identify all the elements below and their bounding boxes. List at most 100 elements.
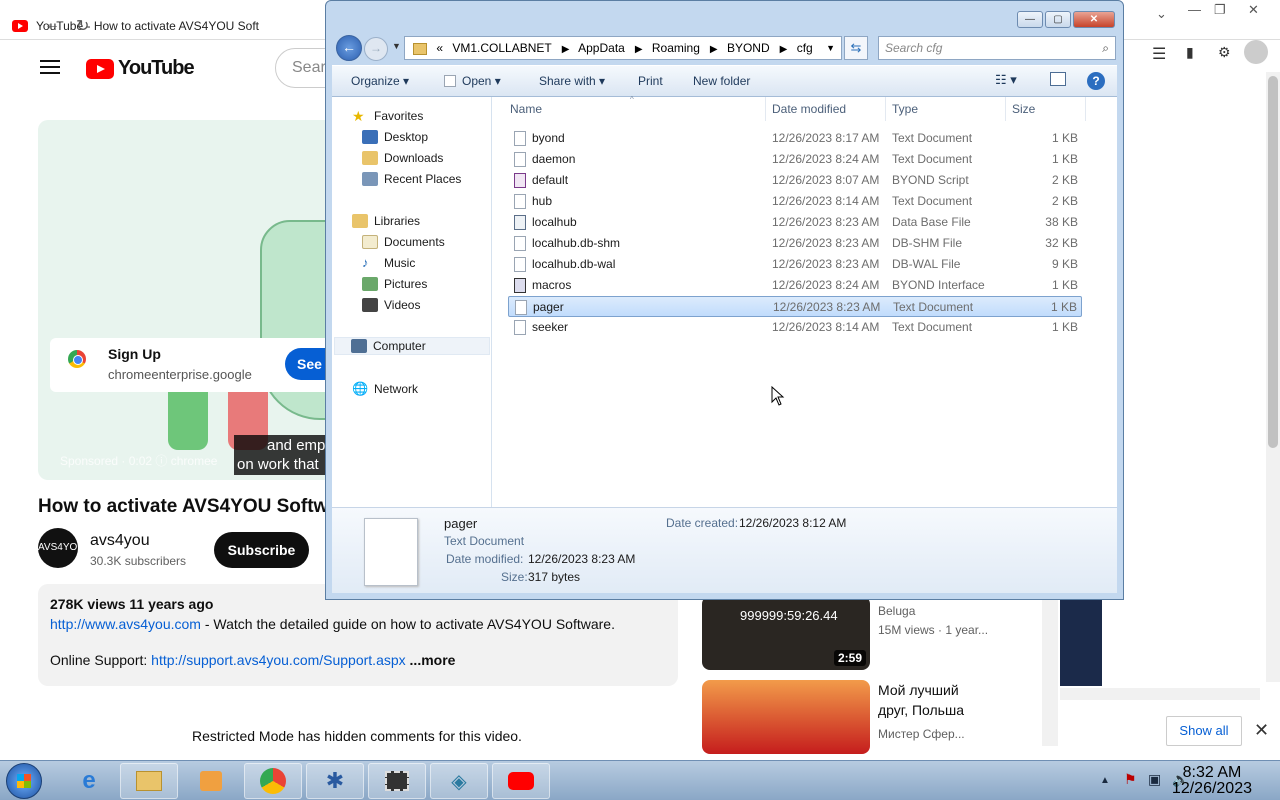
file-row[interactable]: byond 12/26/2023 8:17 AM Text Document 1 KB — [508, 128, 1082, 149]
side-scrollbar[interactable] — [1042, 600, 1058, 746]
print-button[interactable]: Print — [638, 74, 663, 88]
explorer-window[interactable]: — ▢ ✕ ← → ▼ « VM1.COLLABNET ▶ AppData ▶ Ro… — [325, 0, 1124, 600]
preview-pane-icon[interactable] — [1050, 72, 1066, 86]
menu-icon[interactable] — [40, 60, 60, 74]
start-button[interactable] — [6, 763, 42, 799]
channel-name[interactable]: avs4you — [90, 532, 150, 550]
ad-card[interactable]: Sign Up chromeenterprise.google See m — [50, 338, 338, 392]
video-player[interactable]: Sign Up chromeenterprise.google See m an… — [38, 120, 338, 480]
address-prefix[interactable]: « — [436, 41, 443, 55]
show-hidden-icons-icon[interactable]: ▲ — [1100, 775, 1110, 786]
nav-desktop[interactable]: Desktop — [362, 128, 428, 146]
avatar[interactable] — [1244, 40, 1268, 64]
column-name[interactable]: Name — [492, 97, 766, 121]
search-icon[interactable]: ⌕ — [1102, 37, 1109, 59]
column-type[interactable]: Type — [886, 97, 1006, 121]
youtube-logo[interactable]: YouTube — [86, 57, 195, 80]
nav-computer[interactable]: Computer — [334, 337, 490, 355]
view-options-icon[interactable]: ☷ ▾ — [995, 72, 1017, 88]
file-row[interactable]: macros 12/26/2023 8:24 AM BYOND Interface 1… — [508, 275, 1082, 296]
breadcrumb[interactable]: cfg — [797, 41, 813, 55]
address-bar[interactable]: « VM1.COLLABNET ▶ AppData ▶ Roaming ▶ BYOND… — [404, 36, 842, 60]
nav-documents[interactable]: Documents — [362, 233, 445, 251]
navigation-pane: ★ Favorites Desktop Downloads Recent Plac… — [332, 97, 492, 507]
recommendation-thumbnail[interactable] — [702, 680, 870, 754]
nav-music[interactable]: ♪ Music — [362, 254, 415, 272]
recommendation-channel[interactable]: Beluga — [878, 604, 915, 618]
video-editor-icon[interactable] — [368, 763, 426, 799]
forward-button[interactable]: → — [364, 37, 388, 61]
share-with-button[interactable]: Share with ▾ — [539, 74, 605, 88]
back-icon[interactable]: ← — [44, 16, 60, 34]
chrome-icon[interactable] — [244, 763, 302, 799]
file-row[interactable]: pager 12/26/2023 8:23 AM Text Document 1 KB — [508, 296, 1082, 317]
reload-icon[interactable]: ↻ — [76, 16, 89, 36]
youtube-taskbar-icon[interactable] — [492, 763, 550, 799]
file-row[interactable]: hub 12/26/2023 8:14 AM Text Document 2 KB — [508, 191, 1082, 212]
breadcrumb[interactable]: AppData — [578, 41, 625, 55]
extension-icon[interactable]: ⚙ — [1218, 44, 1231, 61]
network-app-icon[interactable]: ◈ — [430, 763, 488, 799]
show-all-button[interactable]: Show all — [1166, 716, 1242, 746]
horizontal-scrollbar[interactable] — [1060, 688, 1260, 700]
nav-recent-places[interactable]: Recent Places — [362, 170, 461, 188]
recommendation-thumbnail[interactable]: 999999:59:26.44 2:59 — [702, 596, 870, 670]
page-scrollbar[interactable] — [1266, 72, 1280, 682]
file-row[interactable]: daemon 12/26/2023 8:24 AM Text Document 1 K… — [508, 149, 1082, 170]
nav-libraries[interactable]: Libraries — [352, 212, 420, 230]
flag-icon[interactable]: ⚑ — [1124, 771, 1137, 788]
system-clock[interactable]: 8:32 AM 12/26/2023 — [1172, 765, 1252, 797]
search-input[interactable]: Search cfg ⌕ — [878, 36, 1116, 60]
nav-network[interactable]: 🌐 Network — [352, 380, 418, 398]
nav-videos[interactable]: Videos — [362, 296, 420, 314]
back-button[interactable]: ← — [336, 35, 362, 61]
documents-icon — [362, 235, 378, 249]
close-icon[interactable]: ✕ — [1248, 2, 1259, 18]
nav-pictures[interactable]: Pictures — [362, 275, 427, 293]
nav-downloads[interactable]: Downloads — [362, 149, 443, 167]
byond-icon[interactable]: ✱ — [306, 763, 364, 799]
file-size: 2 KB — [1051, 194, 1078, 208]
maximize-button[interactable]: ▢ — [1045, 11, 1071, 28]
restore-icon[interactable]: ❐ — [1214, 2, 1226, 18]
file-row[interactable]: seeker 12/26/2023 8:14 AM Text Document 1 K… — [508, 317, 1082, 338]
breadcrumb[interactable]: Roaming — [652, 41, 700, 55]
browser-tab[interactable]: YouTube - How to activate AVS4YOU Soft — [12, 12, 332, 40]
column-date-modified[interactable]: Date modified — [766, 97, 886, 121]
network-status-icon[interactable]: ▣ — [1148, 771, 1161, 788]
breadcrumb[interactable]: VM1.COLLABNET — [452, 41, 551, 55]
refresh-button[interactable]: ⇆ — [844, 36, 868, 60]
help-icon[interactable]: ? — [1087, 72, 1105, 90]
close-button[interactable]: ✕ — [1073, 11, 1115, 28]
subscribe-button[interactable]: Subscribe — [214, 532, 309, 568]
address-dropdown-icon[interactable]: ▼ — [826, 37, 835, 59]
minimize-icon[interactable]: — — [1188, 2, 1201, 17]
recent-pages-icon[interactable]: ▼ — [392, 41, 401, 51]
breadcrumb[interactable]: BYOND — [727, 41, 770, 55]
minimize-button[interactable]: — — [1017, 11, 1043, 28]
file-row[interactable]: localhub.db-wal 12/26/2023 8:23 AM DB-WAL … — [508, 254, 1082, 275]
sidebar-icon[interactable]: ▮ — [1186, 44, 1194, 61]
support-link[interactable]: http://support.avs4you.com/Support.aspx — [151, 652, 405, 668]
file-size: 9 KB — [1051, 257, 1078, 271]
recommendation-channel[interactable]: Мистер Сфер... — [878, 727, 965, 741]
chevron-down-icon[interactable]: ⌄ — [1156, 6, 1167, 22]
file-row[interactable]: localhub 12/26/2023 8:23 AM Data Base File… — [508, 212, 1082, 233]
libraries-icon — [352, 214, 368, 228]
close-icon[interactable]: ✕ — [1254, 720, 1269, 741]
open-button[interactable]: Open ▾ — [462, 74, 501, 88]
new-folder-button[interactable]: New folder — [693, 74, 750, 88]
recommendation-title[interactable]: Мой лучший друг, Польша — [878, 680, 964, 720]
description-link[interactable]: http://www.avs4you.com — [50, 616, 201, 632]
file-row[interactable]: localhub.db-shm 12/26/2023 8:23 AM DB-SHM … — [508, 233, 1082, 254]
file-explorer-icon[interactable] — [120, 763, 178, 799]
organize-button[interactable]: Organize ▾ — [351, 74, 409, 88]
channel-avatar[interactable]: AVS4YOU — [38, 528, 85, 568]
more-button[interactable]: ...more — [406, 652, 456, 668]
media-player-icon[interactable] — [182, 763, 240, 799]
file-row[interactable]: default 12/26/2023 8:07 AM BYOND Script 2 K… — [508, 170, 1082, 191]
playlist-icon[interactable]: ☰ — [1152, 44, 1166, 64]
column-size[interactable]: Size — [1006, 97, 1086, 121]
internet-explorer-icon[interactable]: e — [60, 763, 118, 799]
nav-favorites[interactable]: ★ Favorites — [352, 107, 423, 125]
